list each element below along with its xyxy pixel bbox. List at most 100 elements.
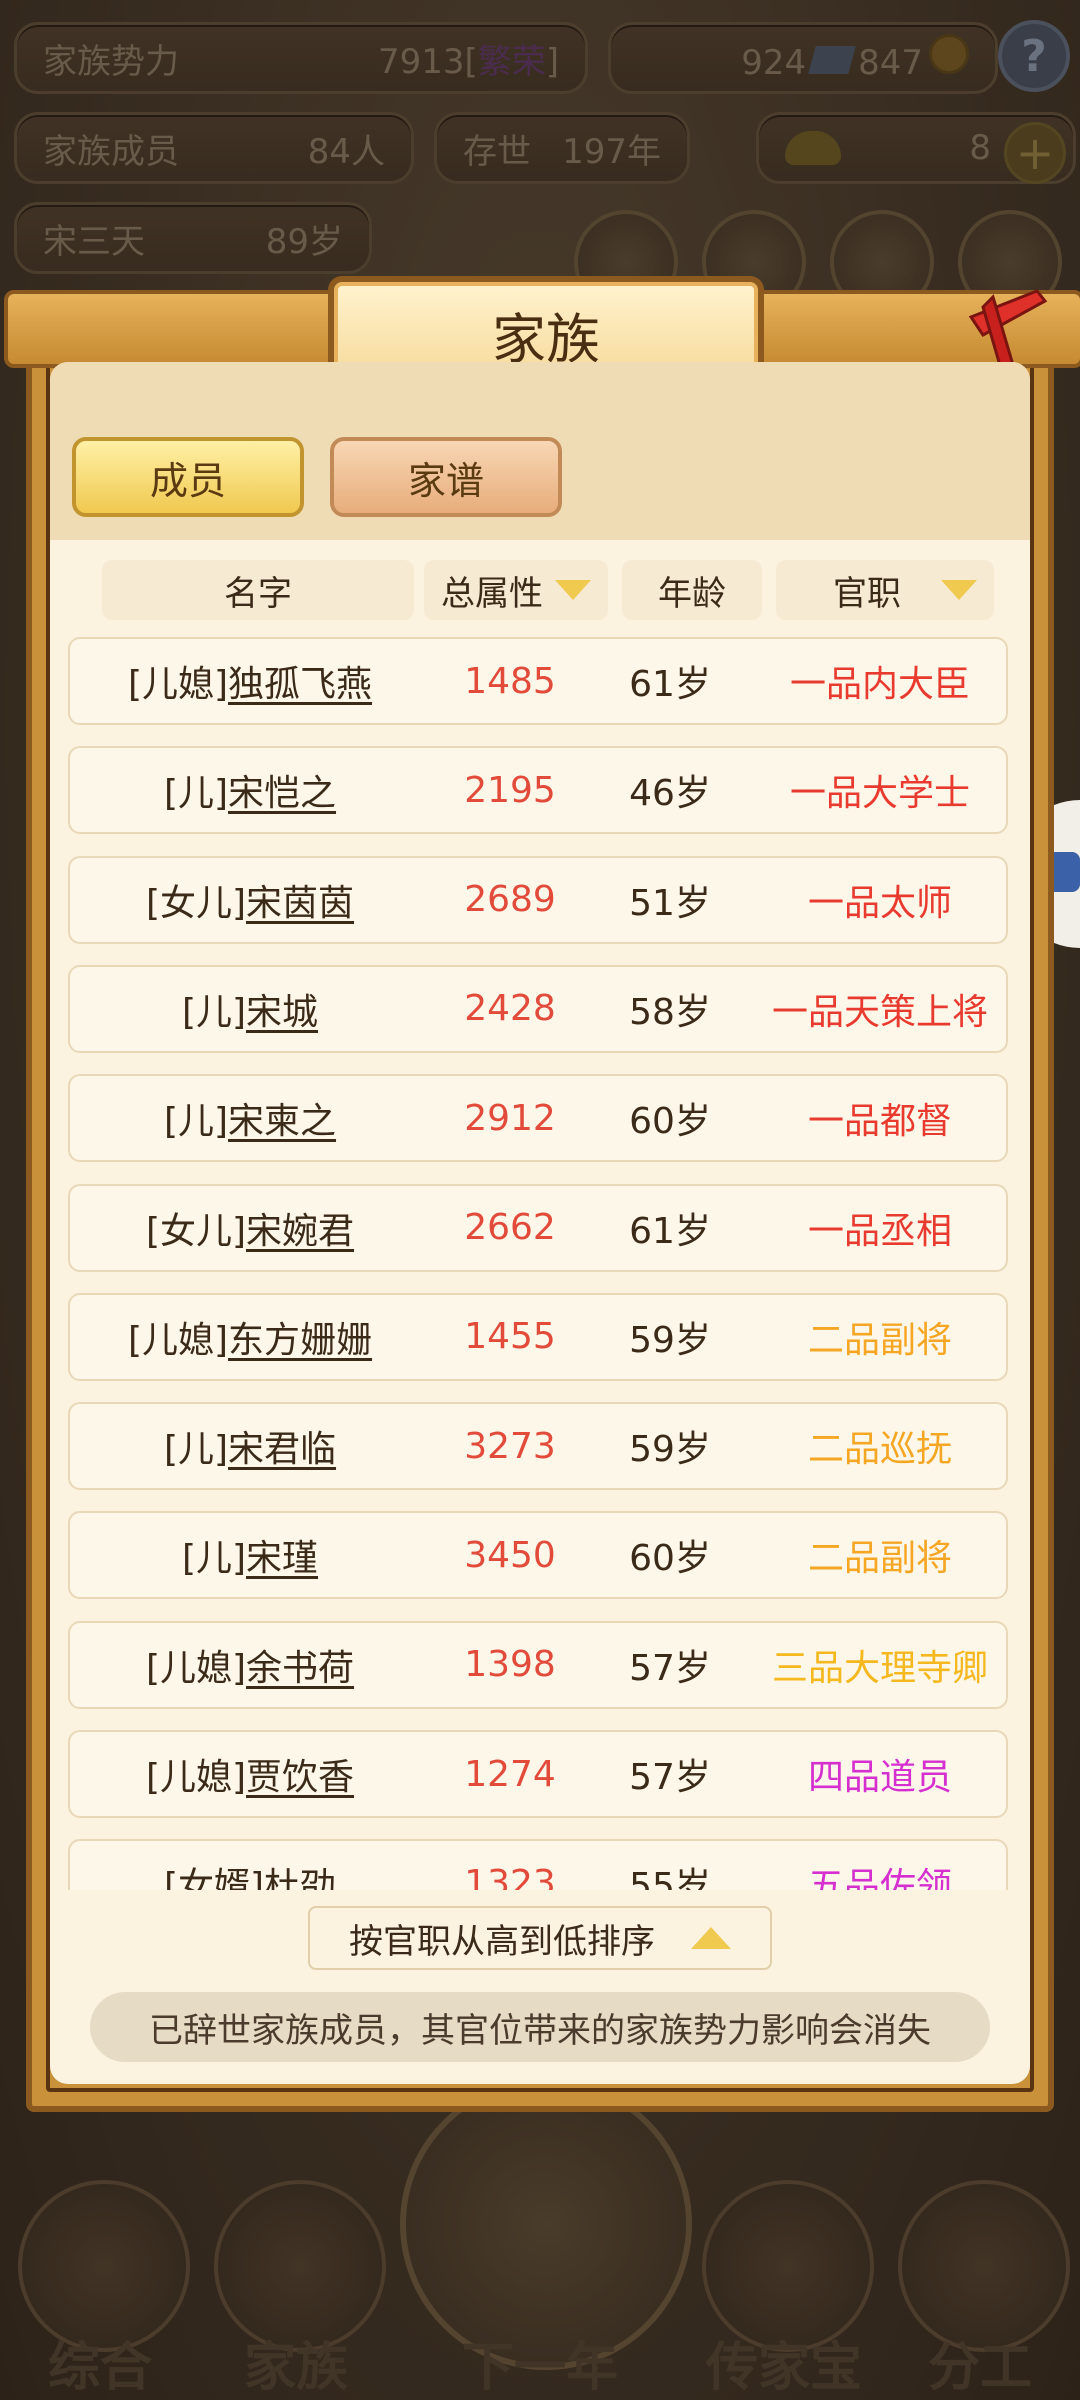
column-age[interactable]: 年龄 (622, 560, 762, 620)
member-attr: 1485 (464, 660, 556, 702)
column-name: 名字 (102, 560, 414, 620)
member-name-link[interactable]: 余书荷 (246, 1639, 354, 1691)
member-row[interactable]: [儿] 宋瑾 3450 60岁 二品副将 (68, 1511, 1008, 1600)
member-age: 46岁 (629, 773, 711, 815)
member-name-link[interactable]: 宋婉君 (246, 1202, 354, 1254)
member-attr: 3273 (464, 1425, 556, 1467)
member-row[interactable]: [儿媳] 独孤飞燕 1485 61岁 一品内大臣 (68, 637, 1008, 725)
member-row[interactable]: [儿] 宋柬之 2912 60岁 一品都督 (68, 1074, 1008, 1163)
sort-toggle[interactable]: 按官职从高到低排序 (308, 1906, 772, 1970)
member-row[interactable]: [儿] 宋恺之 2195 46岁 一品大学士 (68, 746, 1008, 835)
member-office: 三品大理寺卿 (771, 1647, 988, 1689)
relation-prefix: [儿] (181, 1538, 247, 1580)
member-age: 57岁 (629, 1647, 711, 1689)
member-attr: 2689 (464, 879, 556, 921)
member-office: 一品大学士 (789, 773, 970, 815)
member-attr: 2195 (464, 769, 556, 811)
member-name-link[interactable]: 东方姗姗 (228, 1311, 372, 1363)
member-age: 59岁 (629, 1319, 711, 1361)
member-name-cell: [儿媳] 贾饮香 (70, 1732, 430, 1816)
relation-prefix: [儿媳] (127, 1319, 229, 1361)
member-office: 一品都督 (807, 1101, 952, 1143)
member-age: 60岁 (629, 1538, 711, 1580)
relation-prefix: [儿媳] (145, 1647, 247, 1689)
member-name-cell: [女儿] 宋婉君 (70, 1186, 430, 1270)
relation-prefix: [女婿] (163, 1866, 265, 1890)
relation-prefix: [儿] (163, 1101, 229, 1143)
member-age: 59岁 (629, 1429, 711, 1471)
member-name-link[interactable]: 宋茵茵 (246, 874, 354, 926)
column-office-sort[interactable]: 官职 (776, 560, 994, 620)
member-row[interactable]: [儿媳] 东方姗姗 1455 59岁 二品副将 (68, 1292, 1008, 1381)
member-office: 四品道员 (807, 1757, 952, 1798)
member-name-cell: [女儿] 宋茵茵 (70, 858, 430, 942)
member-office: 二品副将 (807, 1319, 952, 1361)
member-office: 一品丞相 (807, 1210, 952, 1252)
member-name-cell: [儿] 宋恺之 (70, 748, 430, 832)
member-name-cell: [儿媳] 余书荷 (70, 1623, 430, 1707)
member-row[interactable]: [儿媳] 余书荷 1398 57岁 三品大理寺卿 (68, 1620, 1008, 1709)
member-row[interactable]: [儿] 宋君临 3273 59岁 二品巡抚 (68, 1402, 1008, 1491)
member-name-link[interactable]: 独孤飞燕 (228, 655, 372, 707)
member-row[interactable]: [儿] 宋城 2428 58岁 一品天策上将 (68, 964, 1008, 1053)
member-age: 61岁 (629, 664, 711, 705)
member-age: 51岁 (629, 882, 711, 924)
tab-members[interactable]: 成员 (72, 437, 304, 517)
member-row[interactable]: [女儿] 宋茵茵 2689 51岁 一品太师 (68, 855, 1008, 944)
member-office: 五品佐领 (807, 1866, 952, 1890)
member-name-link[interactable]: 宋恺之 (228, 764, 336, 816)
table-header: 名字 总属性 年龄 官职 (50, 560, 1030, 626)
member-attr: 2428 (464, 988, 556, 1030)
member-attr: 1398 (464, 1644, 556, 1686)
member-office: 一品太师 (807, 882, 952, 924)
relation-prefix: [儿媳] (145, 1757, 247, 1798)
member-list[interactable]: [儿媳] 独孤飞燕 1485 61岁 一品内大臣 [儿] 宋恺之 2195 46岁 一品大学士 [女… (68, 637, 1008, 1890)
member-name-cell: [儿] 宋城 (70, 967, 430, 1051)
member-name-cell: [儿媳] 独孤飞燕 (70, 639, 430, 723)
modal-body: 成员 家谱 名字 总属性 年龄 官职 [儿媳] 独孤飞燕 1485 61岁 一品内大臣[… (50, 362, 1030, 2084)
member-attr: 1323 (464, 1862, 556, 1890)
relation-prefix: [儿] (163, 773, 229, 815)
member-name-cell: [儿] 宋君临 (70, 1404, 430, 1488)
notice-banner: 已辞世家族成员，其官位带来的家族势力影响会消失 (90, 1992, 990, 2062)
member-age: 60岁 (629, 1101, 711, 1143)
relation-prefix: [女儿] (145, 882, 247, 924)
sort-label: 按官职从高到低排序 (349, 1921, 655, 1962)
member-attr: 3450 (464, 1534, 556, 1576)
sort-down-icon (941, 580, 977, 600)
member-age: 61岁 (629, 1210, 711, 1252)
member-row[interactable]: [儿媳] 贾饮香 1274 57岁 四品道员 (68, 1730, 1008, 1818)
member-name-cell: [儿] 宋柬之 (70, 1076, 430, 1160)
member-attr: 2662 (464, 1207, 556, 1248)
member-office: 二品巡抚 (807, 1429, 952, 1471)
member-name-link[interactable]: 宋君临 (228, 1420, 336, 1472)
relation-prefix: [儿] (163, 1429, 229, 1471)
member-age: 58岁 (629, 991, 711, 1033)
member-row[interactable]: [女婿] 杜劭 1323 55岁 五品佐领 (68, 1839, 1008, 1890)
relation-prefix: [儿媳] (127, 664, 229, 705)
member-attr: 1455 (464, 1316, 556, 1358)
member-office: 一品天策上将 (771, 991, 988, 1033)
column-attr-sort[interactable]: 总属性 (424, 560, 608, 620)
relation-prefix: [儿] (181, 991, 247, 1033)
member-name-link[interactable]: 贾饮香 (246, 1748, 354, 1800)
sort-up-icon (691, 1927, 731, 1949)
member-office: 一品内大臣 (789, 664, 970, 705)
relation-prefix: [女儿] (145, 1210, 247, 1252)
member-name-link[interactable]: 宋城 (246, 983, 318, 1035)
sort-down-icon (555, 580, 591, 600)
member-name-link[interactable]: 宋柬之 (228, 1092, 336, 1144)
member-office: 二品副将 (807, 1538, 952, 1580)
member-name-link[interactable]: 宋瑾 (246, 1529, 318, 1581)
tab-genealogy[interactable]: 家谱 (330, 437, 562, 517)
member-attr: 1274 (464, 1753, 556, 1795)
member-name-link[interactable]: 杜劭 (264, 1857, 336, 1890)
member-age: 55岁 (629, 1866, 711, 1890)
member-age: 57岁 (629, 1757, 711, 1798)
tab-bar: 成员 家谱 (50, 362, 1030, 540)
member-row[interactable]: [女儿] 宋婉君 2662 61岁 一品丞相 (68, 1183, 1008, 1272)
member-name-cell: [儿] 宋瑾 (70, 1513, 430, 1597)
member-attr: 2912 (464, 1097, 556, 1139)
member-name-cell: [女婿] 杜劭 (70, 1841, 430, 1890)
member-name-cell: [儿媳] 东方姗姗 (70, 1295, 430, 1379)
